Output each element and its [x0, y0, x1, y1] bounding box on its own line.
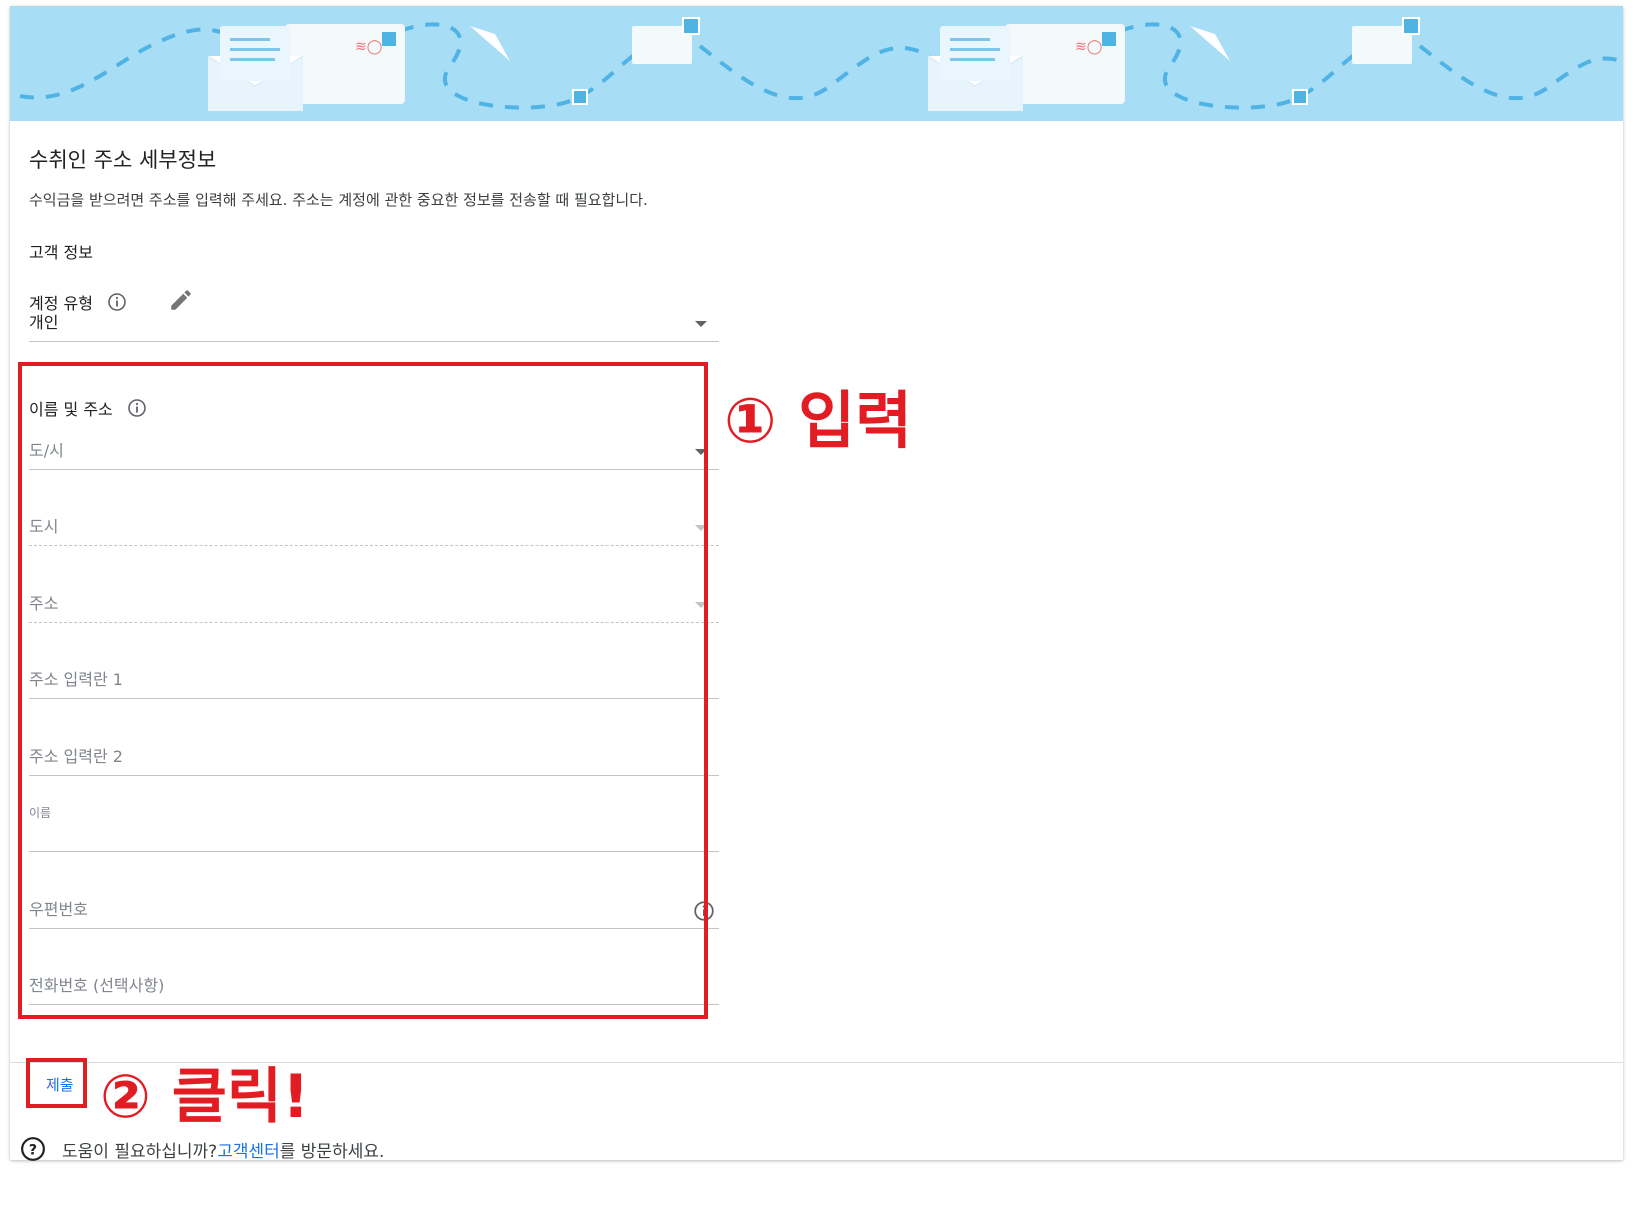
svg-text:≋◯: ≋◯ — [1075, 39, 1102, 55]
page-title: 수취인 주소 세부정보 — [29, 148, 217, 172]
page-subtitle: 수익금을 받으려면 주소를 입력해 주세요. 주소는 계정에 관한 중요한 정보… — [29, 191, 648, 209]
annotation-step1: ① 입력 — [724, 384, 913, 457]
account-type-select[interactable]: 개인 — [29, 301, 719, 342]
banner-illustration: ≋◯ ≋◯ — [19, 17, 1623, 111]
annotation-box-submit — [26, 1058, 87, 1108]
help-row: ? 도움이 필요하십니까? 고객센터 를 방문하세요. — [20, 1136, 384, 1162]
svg-text:≋◯: ≋◯ — [355, 39, 382, 55]
help-text-suffix: 를 방문하세요. — [279, 1141, 385, 1162]
section-title: 고객 정보 — [29, 243, 93, 262]
svg-text:?: ? — [29, 1142, 37, 1158]
help-center-link[interactable]: 고객센터 — [217, 1137, 280, 1162]
help-icon: ? — [20, 1136, 46, 1162]
annotation-box-inputs — [18, 362, 708, 1019]
annotation-step2: ② 클릭! — [100, 1062, 310, 1132]
chevron-down-icon — [695, 321, 707, 327]
help-text-prefix: 도움이 필요하십니까? — [62, 1141, 218, 1162]
header-banner: ≋◯ ≋◯ — [10, 6, 1623, 121]
account-type-value: 개인 — [29, 313, 59, 332]
